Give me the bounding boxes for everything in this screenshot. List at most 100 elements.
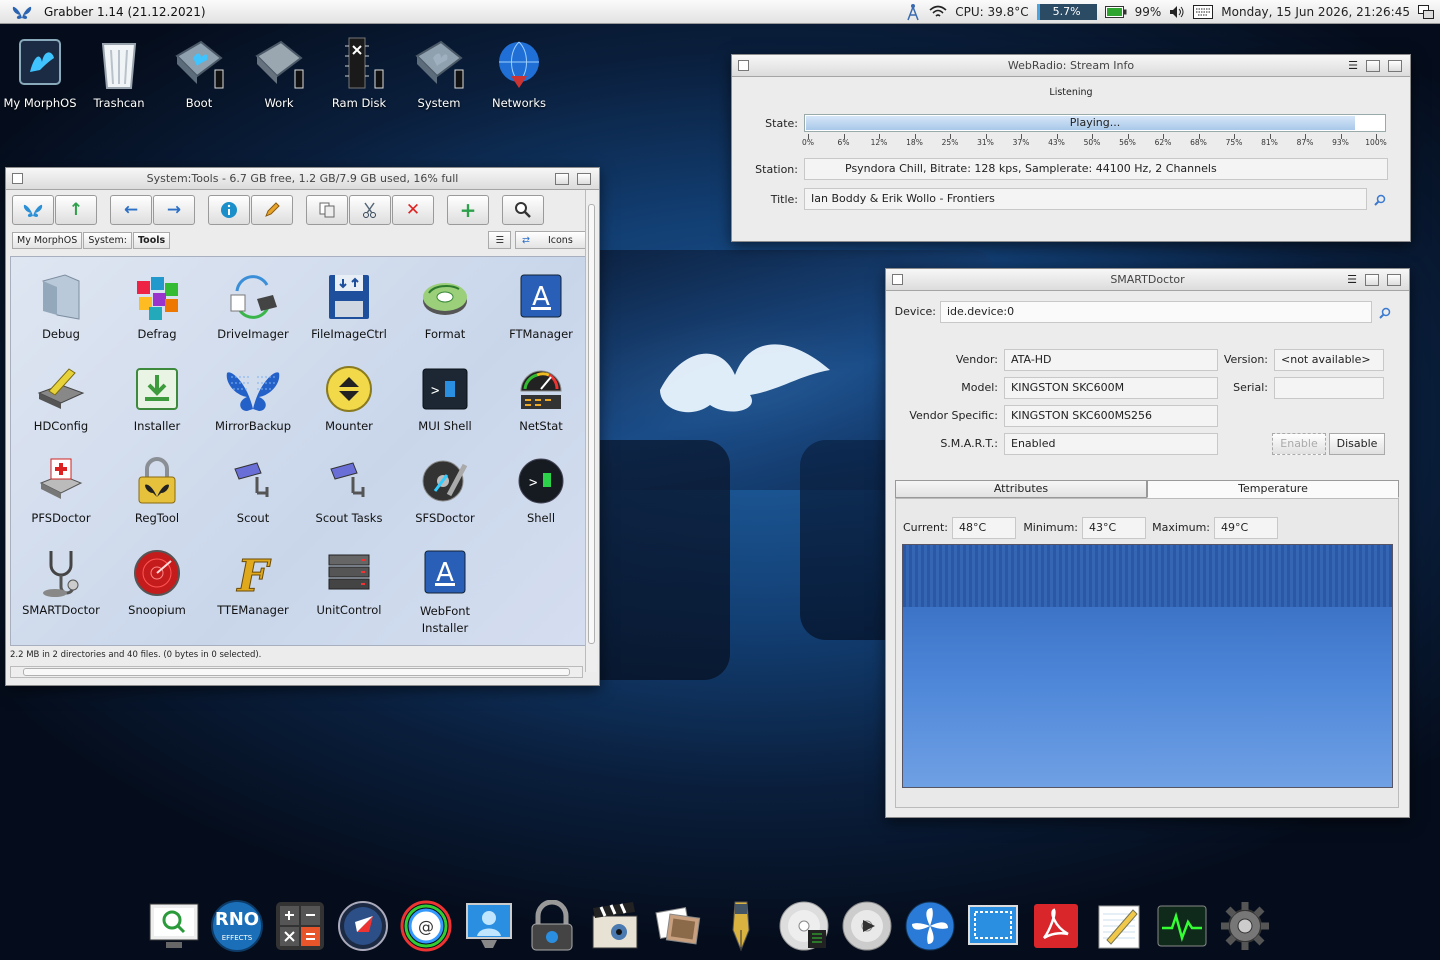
icon-mui-shell[interactable]: > MUI Shell <box>397 363 493 433</box>
scrollbar-thumb[interactable] <box>23 668 570 676</box>
dock-magnifier-monitor[interactable] <box>148 900 200 952</box>
search-button[interactable] <box>502 195 544 225</box>
webradio-titlebar[interactable]: WebRadio: Stream Info ☰ <box>732 55 1410 77</box>
parent-button[interactable]: ↑ <box>55 195 97 225</box>
dock-calculator[interactable] <box>274 900 326 952</box>
scrollbar-thumb[interactable] <box>588 204 595 644</box>
cut-button[interactable] <box>349 195 391 225</box>
list-view-button[interactable]: ☰ <box>488 231 511 249</box>
morphos-butterfly-icon[interactable] <box>12 4 32 20</box>
desktop-icon-work[interactable]: Work <box>239 36 319 110</box>
dock-pdf-viewer[interactable] <box>1030 900 1082 952</box>
icon-hdconfig[interactable]: HDConfig <box>13 363 109 433</box>
icon-label: Scout <box>236 511 270 525</box>
disable-button[interactable]: Disable <box>1329 433 1385 455</box>
zoom-button[interactable] <box>1366 59 1380 72</box>
icon-mirrorbackup[interactable]: MirrorBackup <box>205 363 301 433</box>
depth-button[interactable] <box>577 172 591 185</box>
dock-screen-grab[interactable] <box>967 900 1019 952</box>
dock-video-player[interactable] <box>589 900 641 952</box>
dock-security[interactable] <box>526 900 578 952</box>
desktop-icon-system[interactable]: System <box>399 36 479 110</box>
depth-button[interactable] <box>1387 273 1401 286</box>
new-drawer-button[interactable]: + <box>447 195 489 225</box>
wifi-icon[interactable] <box>929 5 947 19</box>
desktop-icon-ram-disk[interactable]: Ram Disk <box>319 36 399 110</box>
dock-rno-effects[interactable]: RNO EFFECTS <box>211 900 263 952</box>
icon-fileimagectrl[interactable]: FileImageCtrl <box>301 271 397 341</box>
device-field[interactable]: ide.device:0 <box>940 301 1372 323</box>
dock-activity-monitor[interactable] <box>1156 900 1208 952</box>
dock-cd-audio[interactable] <box>778 900 830 952</box>
zoom-button[interactable] <box>555 172 569 185</box>
horizontal-scrollbar[interactable] <box>10 666 583 678</box>
desktop-icon-trashcan[interactable]: Trashcan <box>79 36 159 110</box>
delete-button[interactable]: ✕ <box>392 195 434 225</box>
screen-depth-icon[interactable] <box>1418 4 1434 19</box>
icon-webfont-installer[interactable]: A WebFont Installer <box>397 547 493 637</box>
clock-datetime[interactable]: Monday, 15 Jun 2026, 21:26:45 <box>1221 5 1410 19</box>
tools-window-titlebar[interactable]: System:Tools - 6.7 GB free, 1.2 GB/7.9 G… <box>6 168 599 190</box>
tab-temperature[interactable]: Temperature <box>1147 480 1399 498</box>
breadcrumb-my-morphos[interactable]: My MorphOS <box>12 231 83 249</box>
icon-driveimager[interactable]: DriveImager <box>205 271 301 341</box>
menu-icon[interactable]: ☰ <box>1348 59 1358 72</box>
back-button[interactable]: ← <box>110 195 152 225</box>
rename-button[interactable] <box>251 195 293 225</box>
dock-text-editor[interactable] <box>1093 900 1145 952</box>
icon-installer[interactable]: Installer <box>109 363 205 433</box>
icon-ftmanager[interactable]: A FTManager <box>493 271 589 341</box>
dock-fan[interactable] <box>904 900 956 952</box>
model-field: KINGSTON SKC600M <box>1004 377 1218 399</box>
keyboard-icon[interactable] <box>1193 4 1214 19</box>
icon-unitcontrol[interactable]: UnitControl <box>301 547 397 617</box>
close-button[interactable] <box>892 274 903 285</box>
close-button[interactable] <box>738 60 749 71</box>
icon-snoopium[interactable]: Snoopium <box>109 547 205 617</box>
icon-format[interactable]: Format <box>397 271 493 341</box>
icon-smartdoctor[interactable]: SMARTDoctor <box>13 547 109 617</box>
copy-button[interactable] <box>306 195 348 225</box>
speaker-icon[interactable] <box>1169 5 1185 19</box>
icon-ttemanager[interactable]: F TTEManager <box>205 547 301 618</box>
breadcrumb-system[interactable]: System: <box>83 231 132 249</box>
battery-icon[interactable] <box>1104 5 1127 18</box>
icon-pfsdoctor[interactable]: PFSDoctor <box>13 455 109 525</box>
icon-regtool[interactable]: RegTool <box>109 455 205 525</box>
search-icon[interactable] <box>1373 193 1387 207</box>
root-button[interactable] <box>12 195 54 225</box>
cpu-load-meter[interactable]: 5.7% <box>1036 3 1097 20</box>
dock-pen-tool[interactable] <box>715 900 767 952</box>
dock-email[interactable]: @ <box>400 900 452 952</box>
forward-button[interactable]: → <box>153 195 195 225</box>
icon-scout[interactable]: Scout <box>205 455 301 525</box>
depth-button[interactable] <box>1388 59 1402 72</box>
desktop-icon-boot[interactable]: Boot <box>159 36 239 110</box>
search-icon[interactable] <box>1378 306 1392 320</box>
desktop-icon-networks[interactable]: Networks <box>479 36 559 110</box>
menu-icon[interactable]: ☰ <box>1347 273 1357 286</box>
vertical-scrollbar[interactable] <box>585 190 597 672</box>
close-button[interactable] <box>12 173 23 184</box>
antenna-icon[interactable] <box>905 3 921 21</box>
smartdoctor-titlebar[interactable]: SMARTDoctor ☰ <box>886 269 1409 291</box>
icon-debug[interactable]: Debug <box>13 271 109 341</box>
icon-sfsdoctor[interactable]: SFSDoctor <box>397 455 493 525</box>
desktop-icon-my-morphos[interactable]: My MorphOS <box>0 36 80 110</box>
icon-netstat[interactable]: NetStat <box>493 363 589 433</box>
dock-web-browser[interactable] <box>337 900 389 952</box>
icon-shell[interactable]: > Shell <box>493 455 589 525</box>
breadcrumb-tools[interactable]: Tools <box>132 231 171 249</box>
dock-cd-player[interactable] <box>841 900 893 952</box>
info-button[interactable] <box>208 195 250 225</box>
enable-button[interactable]: Enable <box>1272 433 1326 455</box>
icon-scout-tasks[interactable]: Scout Tasks <box>301 455 397 525</box>
zoom-button[interactable] <box>1365 273 1379 286</box>
tab-attributes[interactable]: Attributes <box>895 480 1147 498</box>
icon-mounter[interactable]: Mounter <box>301 363 397 433</box>
view-mode-toggle[interactable]: ⇄ Icons <box>515 231 593 249</box>
icon-defrag[interactable]: Defrag <box>109 271 205 341</box>
dock-photos[interactable] <box>652 900 704 952</box>
dock-screen-user[interactable] <box>463 900 515 952</box>
dock-settings[interactable] <box>1219 900 1271 952</box>
